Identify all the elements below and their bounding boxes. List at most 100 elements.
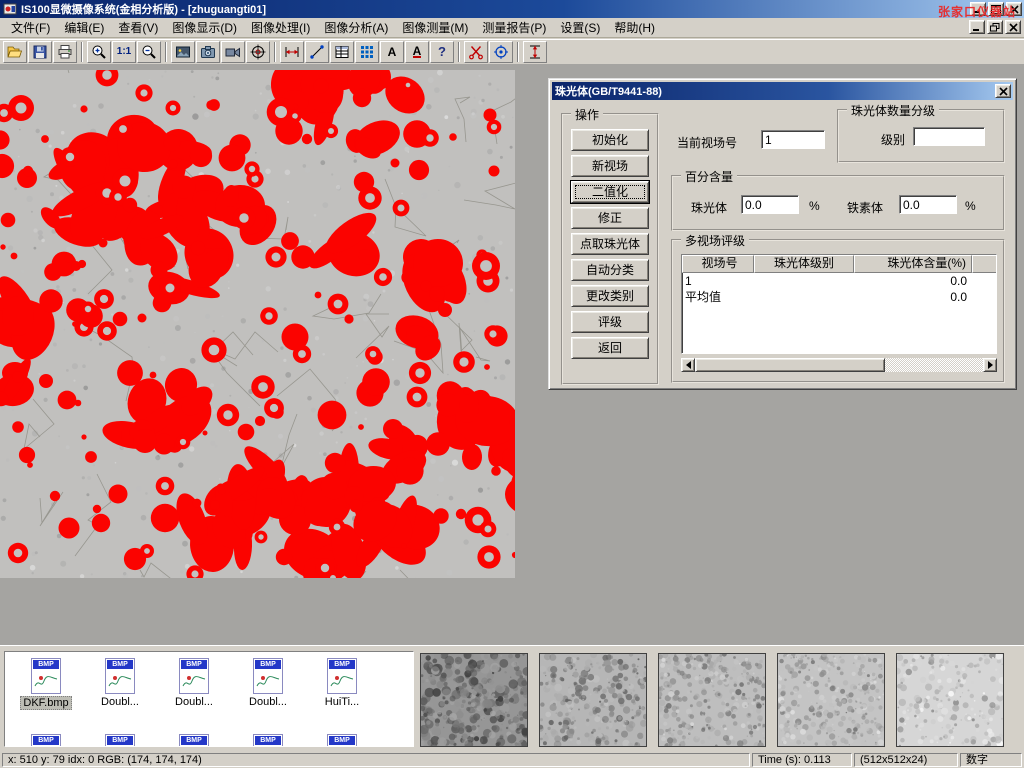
rate-button[interactable]: 评级 [571, 311, 649, 333]
camera-capture-button[interactable] [196, 41, 220, 63]
actual-size-button[interactable]: 1:1 [112, 41, 136, 63]
pearlite-percent-input[interactable] [741, 195, 799, 214]
grade-label: 级别 [881, 131, 905, 148]
dialog-close-button[interactable] [995, 84, 1011, 98]
file-item[interactable]: BMP Doubl... [87, 658, 153, 708]
bmp-file-icon: BMP [31, 658, 61, 694]
file-item[interactable]: BMP [161, 734, 227, 747]
change-class-button[interactable]: 更改类别 [571, 285, 649, 307]
metallograph-image[interactable] [0, 70, 515, 578]
menu-image-processing[interactable]: 图像处理(I) [244, 17, 317, 38]
grade-input[interactable] [913, 127, 985, 146]
menu-image-analysis[interactable]: 图像分析(A) [317, 17, 395, 38]
multifield-group-label: 多视场评级 [681, 232, 749, 249]
thumbnail-image[interactable] [896, 653, 1004, 747]
minimize-button[interactable] [970, 2, 986, 16]
open-button[interactable] [3, 41, 27, 63]
status-bar: x: 510 y: 79 idx: 0 RGB: (174, 174, 174)… [0, 751, 1024, 768]
measure-distance-button[interactable] [305, 41, 329, 63]
grid-measure-button[interactable] [355, 41, 379, 63]
col-field-number[interactable]: 视场号 [682, 255, 754, 273]
bmp-type-tag: BMP [33, 736, 59, 745]
bmp-file-icon: BMP [179, 658, 209, 694]
mdi-restore-button[interactable] [987, 20, 1003, 34]
video-button[interactable] [221, 41, 245, 63]
menu-view[interactable]: 查看(V) [111, 17, 165, 38]
font-style-icon: A [413, 46, 422, 58]
table-horizontal-scrollbar[interactable] [681, 358, 997, 372]
file-label[interactable]: Doubl... [173, 696, 215, 708]
zoom-in-button[interactable] [87, 41, 111, 63]
bmp-file-icon: BMP [327, 734, 357, 747]
analyze-point-button[interactable] [489, 41, 513, 63]
thumbnail-image[interactable] [658, 653, 766, 747]
return-button[interactable]: 返回 [571, 337, 649, 359]
new-field-button[interactable]: 新视场 [571, 155, 649, 177]
cut-button[interactable] [464, 41, 488, 63]
text-tool-icon: A [388, 47, 397, 57]
pick-pearlite-button[interactable]: 点取珠光体 [571, 233, 649, 255]
target-button[interactable] [246, 41, 270, 63]
menu-measure-report[interactable]: 测量报告(P) [475, 17, 553, 38]
file-item[interactable]: BMP Doubl... [161, 658, 227, 708]
print-button[interactable] [53, 41, 77, 63]
grade-group: 珠光体数量分级 级别 [837, 109, 1005, 163]
file-item[interactable]: BMP Doubl... [235, 658, 301, 708]
dialog-title-bar[interactable]: 珠光体(GB/T9441-88) [552, 82, 1013, 100]
close-button[interactable] [1006, 2, 1022, 16]
table-row[interactable]: 平均值 0.0 [682, 289, 997, 305]
maximize-button[interactable] [988, 2, 1004, 16]
file-browser[interactable]: BMP DKF.bmp BMP Doubl... BMP Doubl... BM… [4, 651, 414, 747]
toolbar-separator [81, 42, 83, 62]
menu-help[interactable]: 帮助(H) [607, 17, 662, 38]
save-button[interactable] [28, 41, 52, 63]
text-tool-button[interactable]: A [380, 41, 404, 63]
zoom-out-button[interactable] [137, 41, 161, 63]
thumbnail-image[interactable] [420, 653, 528, 747]
auto-classify-button[interactable]: 自动分类 [571, 259, 649, 281]
scroll-right-arrow[interactable] [983, 358, 997, 372]
file-label[interactable]: HuiTi... [323, 696, 361, 708]
mdi-close-button[interactable] [1005, 20, 1021, 34]
file-item[interactable]: BMP [87, 734, 153, 747]
current-field-input[interactable] [761, 130, 825, 149]
file-label[interactable]: Doubl... [247, 696, 289, 708]
image-window-button[interactable] [171, 41, 195, 63]
thumbnail-strip [420, 653, 1004, 747]
thumbnail-image[interactable] [539, 653, 647, 747]
thumbnail-image[interactable] [777, 653, 885, 747]
report-table-button[interactable] [330, 41, 354, 63]
file-item[interactable]: BMP DKF.bmp [13, 658, 79, 710]
file-label[interactable]: DKF.bmp [20, 696, 71, 710]
scroll-thumb[interactable] [695, 358, 885, 372]
menu-image-display[interactable]: 图像显示(D) [165, 17, 244, 38]
file-item[interactable]: BMP [13, 734, 79, 747]
file-item[interactable]: BMP [309, 734, 375, 747]
file-item[interactable]: BMP HuiTi... [309, 658, 375, 708]
ferrite-percent-input[interactable] [899, 195, 957, 214]
file-label[interactable]: Doubl... [99, 696, 141, 708]
toolbar-separator [458, 42, 460, 62]
measure-length-button[interactable] [280, 41, 304, 63]
col-pearlite-content[interactable]: 珠光体含量(%) [854, 255, 972, 273]
col-pearlite-grade[interactable]: 珠光体级别 [754, 255, 854, 273]
scroll-left-arrow[interactable] [681, 358, 695, 372]
title-bar: IS100显微摄像系统(金相分析版) - [zhuguangti01] [0, 0, 1024, 18]
binarize-button[interactable]: 二值化 [571, 181, 649, 203]
file-item[interactable]: BMP [235, 734, 301, 747]
menu-file[interactable]: 文件(F) [4, 17, 57, 38]
menu-edit[interactable]: 编辑(E) [57, 17, 111, 38]
bmp-file-icon: BMP [253, 658, 283, 694]
vertical-measure-button[interactable] [523, 41, 547, 63]
initialize-button[interactable]: 初始化 [571, 129, 649, 151]
col-ferrite[interactable]: 铁素 [972, 255, 997, 273]
cell-field-number: 平均值 [682, 289, 754, 305]
table-row[interactable]: 1 0.0 [682, 273, 997, 289]
window-title: IS100显微摄像系统(金相分析版) - [zhuguangti01] [21, 1, 266, 17]
menu-image-measure[interactable]: 图像测量(M) [395, 17, 475, 38]
correct-button[interactable]: 修正 [571, 207, 649, 229]
help-button[interactable]: ? [430, 41, 454, 63]
menu-settings[interactable]: 设置(S) [553, 17, 607, 38]
mdi-minimize-button[interactable] [969, 20, 985, 34]
font-style-button[interactable]: A [405, 41, 429, 63]
